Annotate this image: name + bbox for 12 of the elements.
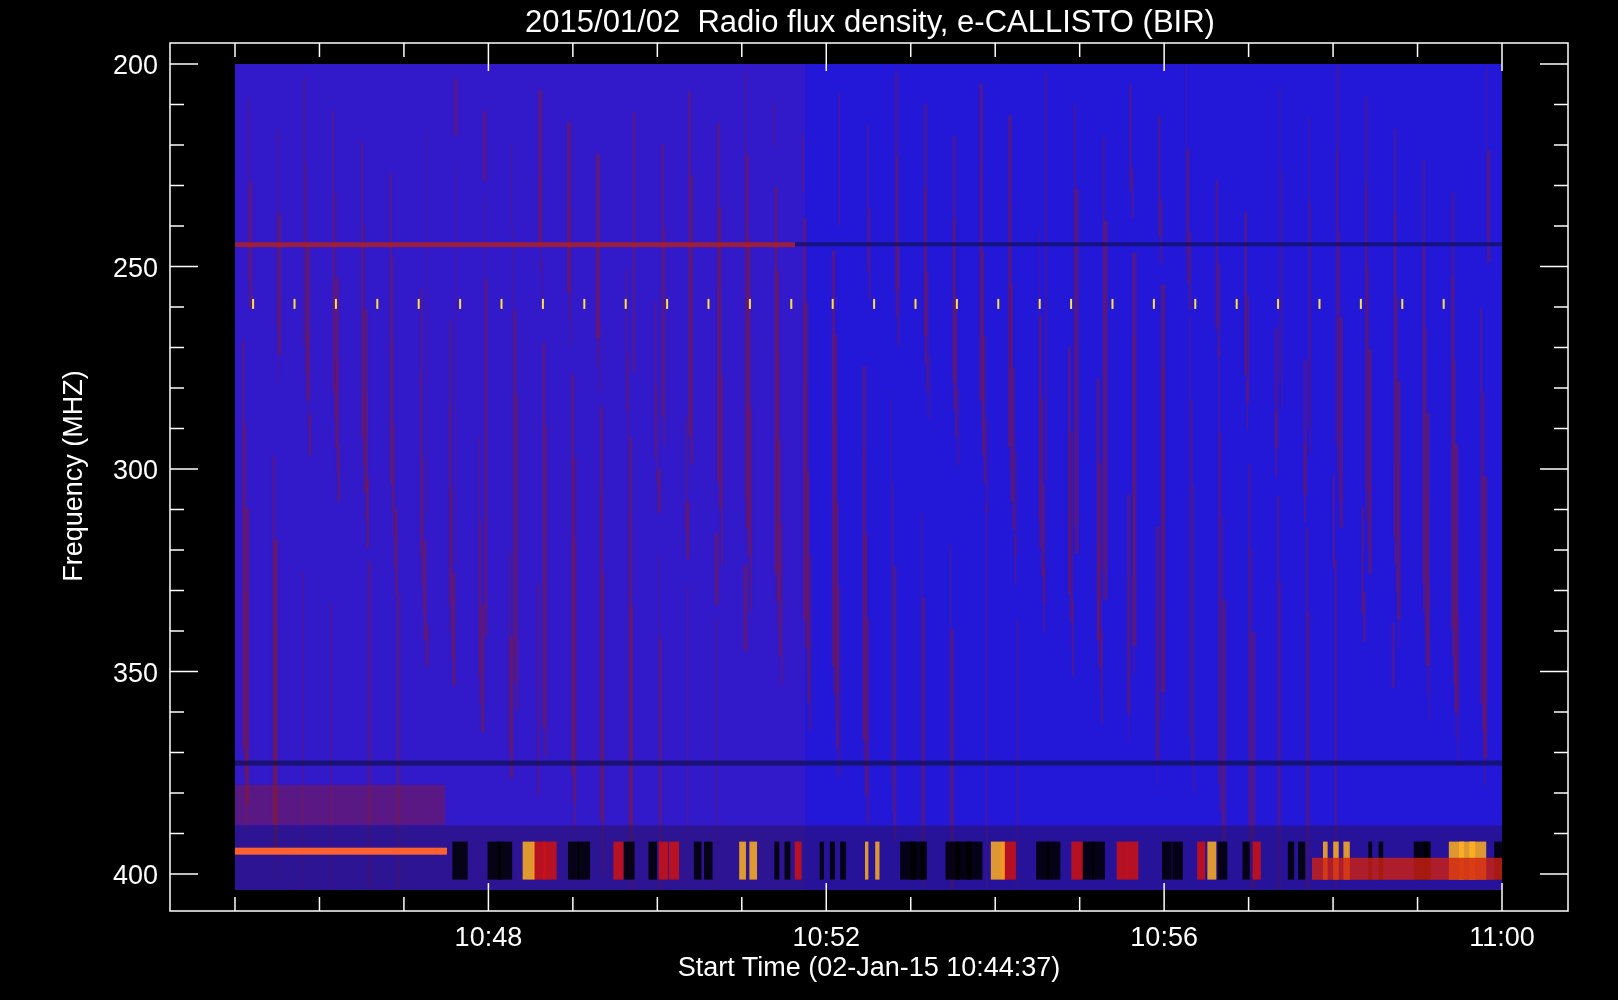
y-tick-label: 300 <box>112 455 158 485</box>
chart-title: 2015/01/02 Radio flux density, e-CALLISTO (BIR) <box>525 4 1215 39</box>
x-tick-label: 11:00 <box>1469 922 1535 952</box>
x-tick-label: 10:48 <box>454 922 523 952</box>
y-axis-label: Frequency (MHZ) <box>58 370 88 582</box>
y-tick-label: 250 <box>112 252 158 283</box>
x-tick-label: 10:52 <box>792 922 861 952</box>
y-tick-label: 350 <box>112 657 158 688</box>
y-tick-label: 200 <box>112 50 158 80</box>
x-axis-label: Start Time (02-Jan-15 10:44:37) <box>677 952 1061 982</box>
y-tick-label: 400 <box>112 860 158 890</box>
x-tick-label: 10:56 <box>1130 922 1198 952</box>
